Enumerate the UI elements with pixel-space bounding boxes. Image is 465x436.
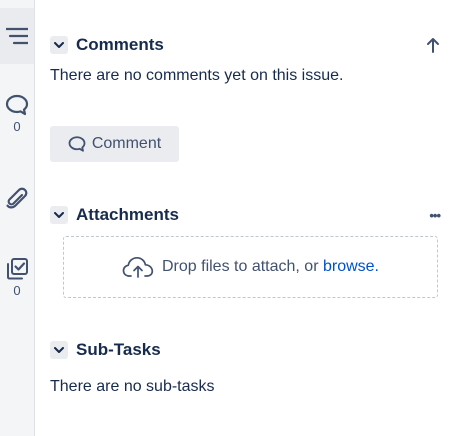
add-comment-button[interactable]: Comment <box>50 126 179 162</box>
subtask-count: 0 <box>13 283 21 298</box>
subtasks-collapse-toggle[interactable] <box>50 341 68 359</box>
issue-detail-panel: Comments There are no comments yet on th… <box>50 0 455 436</box>
attachments-more-button[interactable]: ••• <box>429 204 441 226</box>
rail-item-activity-sort[interactable] <box>0 8 34 64</box>
comments-collapse-toggle[interactable] <box>50 36 68 54</box>
checklist-icon <box>7 258 28 280</box>
attachments-header: Attachments ••• <box>50 204 441 226</box>
side-rail: 0 0 <box>0 0 35 436</box>
sort-order-button[interactable] <box>426 34 440 56</box>
comment-count: 0 <box>13 119 21 134</box>
more-icon: ••• <box>429 207 441 223</box>
paperclip-icon <box>6 187 28 209</box>
attachments-collapse-toggle[interactable] <box>50 206 68 224</box>
dropzone-text: Drop files to attach, or <box>162 258 319 275</box>
chevron-down-icon <box>54 211 64 218</box>
comments-empty-text: There are no comments yet on this issue. <box>50 67 344 84</box>
subtasks-empty-text: There are no sub-tasks <box>50 378 215 395</box>
rail-item-attachments[interactable] <box>0 186 34 212</box>
attachments-title: Attachments <box>76 205 179 224</box>
subtasks-title: Sub-Tasks <box>76 340 161 359</box>
comment-icon <box>68 136 86 152</box>
arrow-up-icon <box>427 38 439 53</box>
rail-item-comments[interactable]: 0 <box>0 93 34 134</box>
browse-link[interactable]: browse. <box>323 258 379 275</box>
rail-item-subtasks[interactable]: 0 <box>0 257 34 298</box>
sort-lines-icon <box>6 27 28 45</box>
cloud-upload-icon <box>122 256 154 278</box>
attachment-dropzone[interactable]: Drop files to attach, or browse. <box>63 236 438 298</box>
comments-header: Comments <box>50 34 440 56</box>
subtasks-header: Sub-Tasks <box>50 339 440 361</box>
comment-icon <box>5 94 29 116</box>
comments-title: Comments <box>76 35 164 54</box>
chevron-down-icon <box>54 346 64 353</box>
chevron-down-icon <box>54 41 64 48</box>
add-comment-label: Comment <box>91 135 162 152</box>
